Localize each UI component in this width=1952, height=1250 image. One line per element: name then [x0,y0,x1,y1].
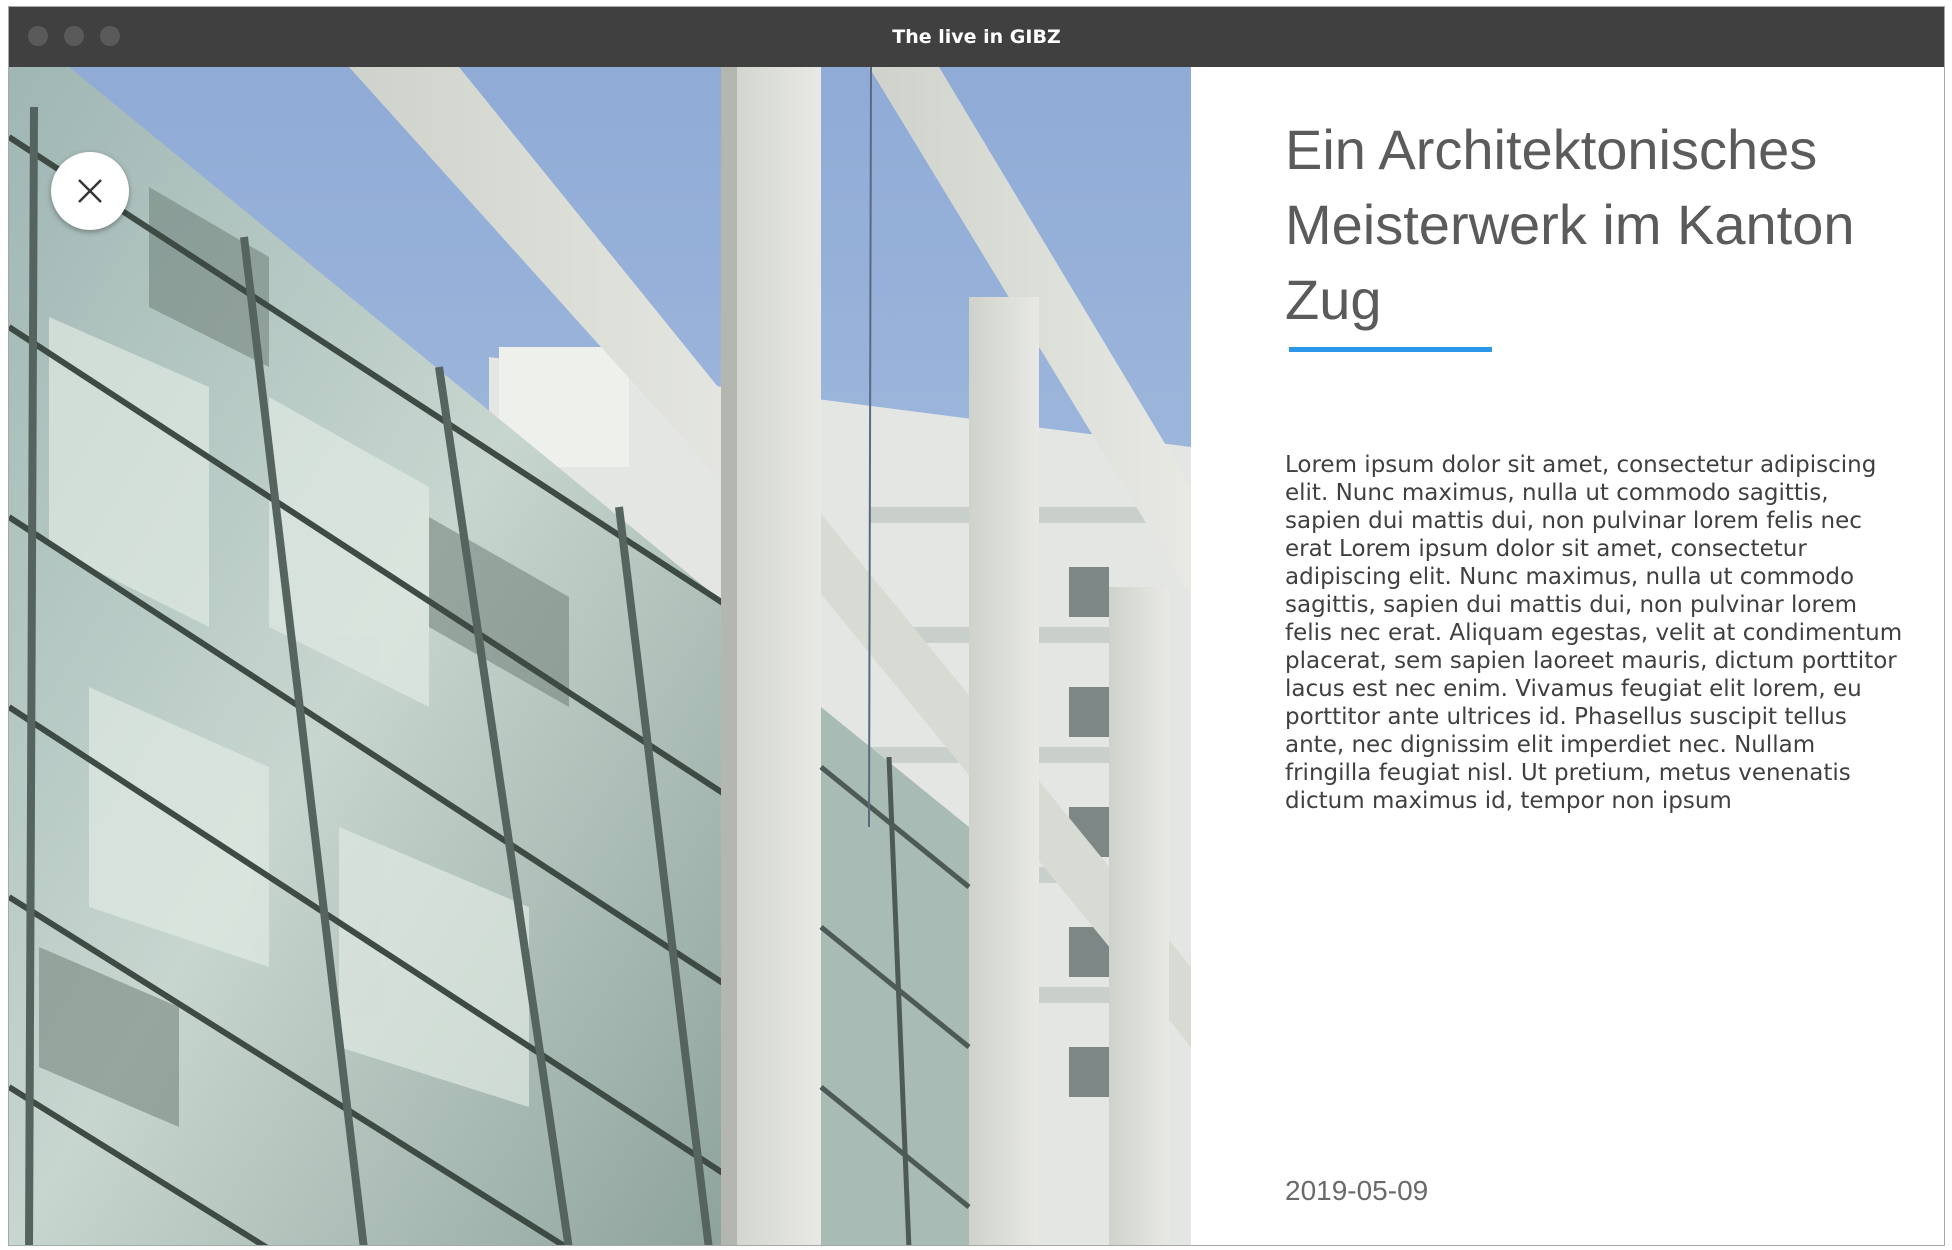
close-button[interactable] [51,152,129,230]
article-body: Lorem ipsum dolor sit amet, consectetur … [1285,452,1903,814]
article-date: 2019-05-09 [1285,1175,1429,1206]
app-window: The live in GIBZ Ein Architektonisches M… [8,6,1945,1246]
article-headline: Ein Architektonisches Meisterwerk im Kan… [1285,118,1855,331]
article-image [9,67,1191,1245]
headline-accent-line [1289,347,1492,352]
article-content: Ein Architektonisches Meisterwerk im Kan… [1191,67,1944,1245]
title-bar: The live in GIBZ [9,7,1944,67]
window-title: The live in GIBZ [892,26,1061,48]
close-icon [78,179,102,203]
